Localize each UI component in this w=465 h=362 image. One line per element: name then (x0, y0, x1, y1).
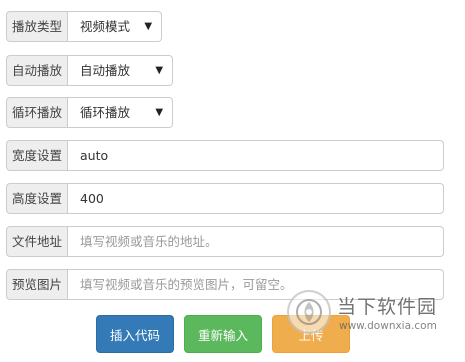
chevron-down-icon: ▼ (155, 65, 164, 76)
height-input[interactable]: 400 (68, 183, 445, 214)
height-label: 高度设置 (6, 183, 69, 214)
file-url-label: 文件地址 (6, 226, 69, 257)
loop-select[interactable]: 循环播放 ▼ (68, 97, 174, 128)
width-label: 宽度设置 (6, 140, 69, 171)
chevron-down-icon: ▼ (155, 107, 164, 118)
autoplay-row: 自动播放 自动播放 ▼ (6, 55, 174, 86)
file-url-row: 文件地址 填写视频或音乐的地址。 (6, 226, 445, 257)
width-row: 宽度设置 auto (6, 140, 445, 171)
upload-label: 上传 (298, 327, 324, 343)
loop-label: 循环播放 (6, 97, 69, 128)
insert-code-button[interactable]: 插入代码 (96, 315, 174, 353)
preview-image-row: 预览图片 填写视频或音乐的预览图片，可留空。 (6, 269, 445, 300)
loop-value: 循环播放 (80, 105, 131, 120)
play-type-label: 播放类型 (6, 11, 69, 42)
upload-button[interactable]: 上传 (272, 315, 350, 353)
file-url-input[interactable]: 填写视频或音乐的地址。 (68, 226, 445, 257)
play-type-select[interactable]: 视频模式 ▼ (68, 11, 163, 42)
autoplay-label: 自动播放 (6, 55, 69, 86)
preview-image-label: 预览图片 (6, 269, 69, 300)
height-row: 高度设置 400 (6, 183, 445, 214)
play-type-row: 播放类型 视频模式 ▼ (6, 11, 163, 42)
play-type-value: 视频模式 (80, 19, 131, 34)
autoplay-select[interactable]: 自动播放 ▼ (68, 55, 174, 86)
width-input[interactable]: auto (68, 140, 445, 171)
insert-code-label: 插入代码 (109, 327, 160, 343)
autoplay-value: 自动播放 (80, 63, 131, 78)
reset-label: 重新输入 (197, 327, 248, 343)
chevron-down-icon: ▼ (144, 21, 153, 32)
reset-button[interactable]: 重新输入 (184, 315, 262, 353)
watermark-url: www.downxia.com (339, 320, 437, 332)
loop-row: 循环播放 循环播放 ▼ (6, 97, 174, 128)
preview-image-input[interactable]: 填写视频或音乐的预览图片，可留空。 (68, 269, 445, 300)
